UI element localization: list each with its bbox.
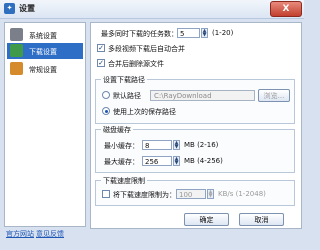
speed-limit-group: 下载速度限制 将下载速度限制为： 100 ▲ ▼ KB/s (1-2048): [95, 176, 295, 206]
feedback-link[interactable]: 意见反馈: [36, 229, 64, 239]
window-title: 设置: [19, 4, 35, 13]
sidebar-item-system-settings[interactable]: 系统设置: [7, 27, 83, 43]
disk-cache-group: 磁盘缓存 最小缓存： 8 ▲ ▼ MB (2-16) 最大缓存： 256 ▲ ▼ M…: [95, 125, 295, 173]
min-cache-label: 最小缓存：: [104, 142, 139, 150]
speed-limit-title: 下载速度限制: [101, 176, 147, 186]
settings-sidebar: 系统设置 下载设置 常规设置: [4, 22, 86, 227]
sidebar-item-general-settings[interactable]: 常规设置: [7, 61, 83, 77]
max-tasks-stepper[interactable]: ▲ ▼: [201, 28, 208, 38]
max-cache-label: 最大缓存：: [104, 158, 139, 166]
max-cache-input[interactable]: 256: [142, 156, 172, 166]
download-settings-icon: [10, 44, 23, 57]
close-button[interactable]: X: [270, 1, 302, 17]
default-path-label: 默认路径: [113, 92, 141, 100]
last-used-path-radio[interactable]: [102, 107, 110, 115]
speed-limit-label: 将下载速度限制为：: [113, 191, 176, 199]
max-cache-stepper[interactable]: ▲ ▼: [173, 156, 180, 166]
official-site-link[interactable]: 官方网站: [6, 229, 34, 239]
default-path-input[interactable]: C:\RayDownload: [150, 90, 255, 101]
delete-temp-label: 合并后删除源文件: [108, 60, 164, 68]
speed-limit-input[interactable]: 100: [176, 189, 206, 199]
download-path-title: 设置下载路径: [101, 75, 147, 85]
min-cache-input[interactable]: 8: [142, 140, 172, 150]
delete-temp-checkbox[interactable]: ✓: [97, 59, 105, 67]
download-path-group: 设置下载路径 默认路径 C:\RayDownload 浏览... 使用上次的保存…: [95, 75, 295, 124]
max-tasks-label: 最多同时下载的任务数：: [101, 30, 178, 38]
general-settings-icon: [10, 62, 23, 75]
browse-button[interactable]: 浏览...: [258, 89, 290, 102]
cancel-button[interactable]: 取消: [239, 213, 284, 226]
max-cache-unit: MB (4-256): [184, 157, 223, 165]
min-cache-unit: MB (2-16): [184, 141, 219, 149]
app-icon: ✦: [4, 3, 15, 14]
min-cache-stepper[interactable]: ▲ ▼: [173, 140, 180, 150]
disk-cache-title: 磁盘缓存: [101, 125, 133, 135]
max-tasks-range: (1-20): [212, 29, 234, 37]
auto-merge-checkbox[interactable]: ✓: [97, 44, 105, 52]
title-bar: ✦ 设置 X: [0, 0, 304, 19]
auto-merge-label: 多段视频下载后自动合并: [108, 45, 185, 53]
speed-limit-checkbox[interactable]: [102, 190, 110, 198]
sidebar-item-download-settings[interactable]: 下载设置: [7, 43, 83, 59]
sidebar-item-label: 下载设置: [29, 48, 57, 56]
system-settings-icon: [10, 28, 23, 41]
sidebar-item-label: 常规设置: [29, 66, 57, 74]
last-used-path-label: 使用上次的保存路径: [113, 108, 176, 116]
default-path-radio[interactable]: [102, 91, 110, 99]
sidebar-item-label: 系统设置: [29, 32, 57, 40]
download-settings-panel: 最多同时下载的任务数： 5 ▲ ▼ (1-20) ✓ 多段视频下载后自动合并 ✓ …: [90, 22, 302, 229]
speed-limit-unit: KB/s (1-2048): [218, 190, 266, 198]
speed-limit-stepper[interactable]: ▲ ▼: [207, 189, 214, 199]
max-tasks-input[interactable]: 5: [177, 28, 200, 38]
ok-button[interactable]: 确定: [184, 213, 229, 226]
